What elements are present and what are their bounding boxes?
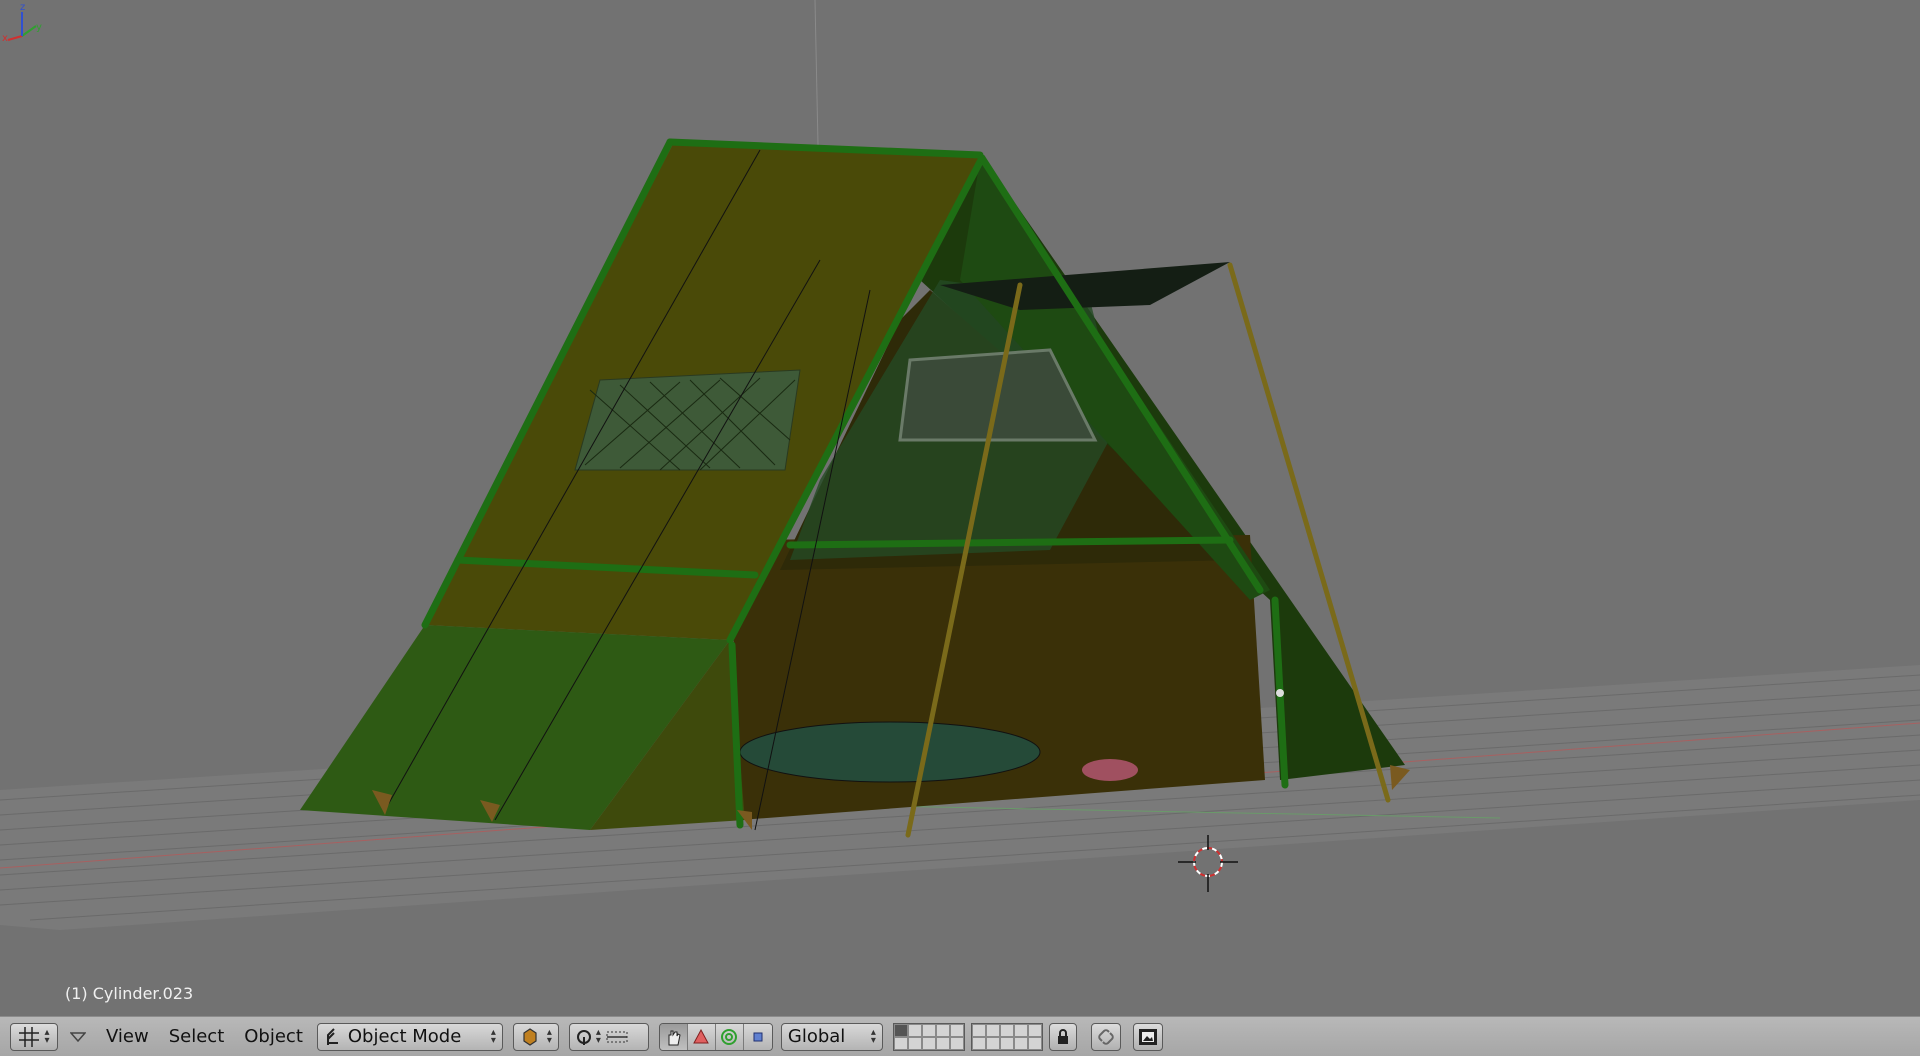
object-mode-icon [326,1027,338,1045]
viewport-header: ▴ ▾ View Select Object Object Mode ▴ ▾ ▴ ▾ … [0,1016,1920,1056]
axis-z-label: z [20,2,25,13]
rotate-manipulator-icon[interactable] [715,1023,744,1050]
updown-arrows-icon: ▴ ▾ [546,1026,552,1046]
menu-object[interactable]: Object [234,1023,313,1051]
scale-manipulator-icon[interactable] [743,1023,772,1050]
layer-buttons-a[interactable] [892,1022,965,1051]
lock-layers-button[interactable] [1048,1022,1077,1051]
solid-shading-icon [523,1027,537,1046]
scene-render [0,0,1920,930]
snap-icon [606,1031,628,1042]
updown-arrows-icon: ▴ ▾ [44,1026,50,1046]
link-icon [1098,1028,1114,1045]
collapse-menu-icon[interactable] [66,1031,90,1042]
tent-model [300,138,1410,838]
render-image-button[interactable] [1132,1022,1163,1051]
updown-arrows-icon: ▴ ▾ [490,1026,496,1046]
active-object-label: (1) Cylinder.023 [65,984,194,1003]
editor-type-button[interactable]: ▴ ▾ [10,1022,58,1051]
pivot-point-dropdown[interactable]: ▴ ▾ [568,1022,649,1051]
lock-icon [1057,1028,1068,1044]
updown-arrows-icon: ▴ ▾ [870,1026,876,1046]
manipulator-toggle-hand-icon[interactable] [659,1023,688,1050]
menu-select[interactable]: Select [159,1023,235,1051]
orientation-dropdown[interactable]: Global ▴ ▾ [780,1022,883,1051]
manipulator-group [658,1022,773,1051]
updown-arrows-icon: ▴ ▾ [595,1026,601,1046]
pivot-icon [576,1029,591,1045]
grid-icon [19,1026,40,1047]
mode-dropdown-label: Object Mode [347,1026,462,1047]
mode-dropdown[interactable]: Object Mode ▴ ▾ [316,1022,503,1051]
orientation-dropdown-label: Global [787,1026,846,1047]
translate-manipulator-icon[interactable] [687,1023,716,1050]
axis-gizmo-icon: x y z [2,2,42,42]
menu-view[interactable]: View [96,1023,159,1051]
image-icon [1138,1028,1157,1045]
ogl-render-button[interactable] [1090,1022,1121,1051]
axis-y-label: y [36,22,42,33]
viewport-shading-dropdown[interactable]: ▴ ▾ [512,1022,559,1051]
axis-x-label: x [2,33,8,42]
layer-buttons-b[interactable] [970,1022,1043,1051]
3d-viewport[interactable]: x y z (1) Cylinder.023 [0,0,1920,1016]
